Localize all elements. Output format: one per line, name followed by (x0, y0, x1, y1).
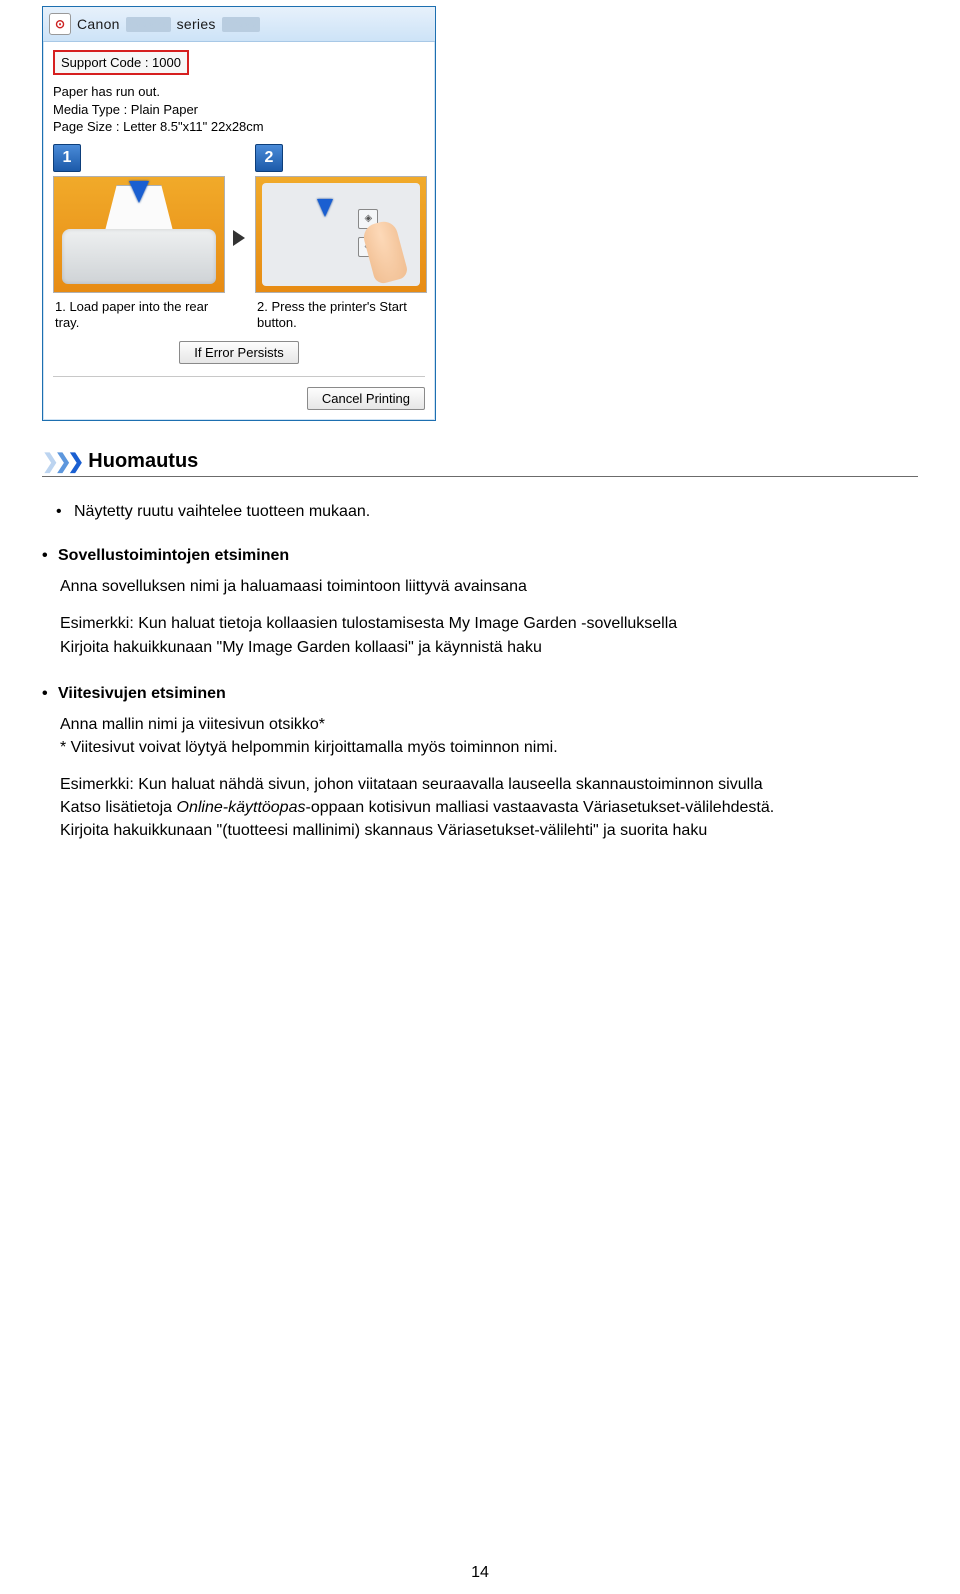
dialog-title: Canon xxxxxx series xxxxx (77, 16, 260, 32)
section-apps-p2: Esimerkki: Kun haluat tietoja kollaasien… (60, 612, 918, 658)
info-line-1: Paper has run out. (53, 83, 425, 101)
step-2-image: ◈ ◈ (255, 176, 427, 293)
series-label: series (177, 16, 216, 32)
steps-row: 1 1. Load paper into the rear tray. 2 ◈ (53, 144, 425, 334)
steps-separator (229, 144, 249, 334)
dialog-info: Paper has run out. Media Type : Plain Pa… (53, 83, 425, 136)
step-1-caption: 1. Load paper into the rear tray. (53, 293, 223, 334)
step-1: 1 1. Load paper into the rear tray. (53, 144, 223, 334)
section-apps-title: Sovellustoimintojen etsiminen (42, 547, 918, 565)
section-refs-title: Viitesivujen etsiminen (42, 685, 918, 703)
note-title: Huomautus (88, 450, 198, 473)
section-refs-p1: Anna mallin nimi ja viitesivun otsikko* … (60, 713, 918, 759)
dialog-body: Support Code : 1000 Paper has run out. M… (43, 42, 435, 420)
chevrons-icon: ❯❯❯ (42, 449, 80, 474)
section-refs-p2b-pre: Katso lisätietoja (60, 799, 177, 816)
step-2-number: 2 (255, 144, 283, 172)
section-refs-p2: Esimerkki: Kun haluat nähdä sivun, johon… (60, 773, 918, 843)
brand-label: Canon (77, 16, 120, 32)
section-refs-p1b: * Viitesivut voivat löytyä helpommin kir… (60, 739, 558, 756)
divider (53, 376, 425, 377)
section-refs-p3: Kirjoita hakuikkunaan "(tuotteesi mallin… (60, 822, 707, 839)
if-error-persists-button[interactable]: If Error Persists (179, 341, 299, 364)
note-header: ❯❯❯ Huomautus (42, 449, 918, 477)
note-body: Näytetty ruutu vaihtelee tuotteen mukaan… (42, 493, 918, 521)
chevron-right-icon (233, 230, 245, 246)
model-blur-2: xxxxx (222, 17, 260, 32)
step-2: 2 ◈ ◈ 2. Press the printer's Start butto… (255, 144, 425, 334)
printer-dialog: ⊙ Canon xxxxxx series xxxxx Support Code… (42, 6, 436, 421)
support-code-badge: Support Code : 1000 (53, 50, 189, 75)
step-1-number: 1 (53, 144, 81, 172)
cancel-button-row: Cancel Printing (53, 387, 425, 410)
step-1-image (53, 176, 225, 293)
section-apps: Sovellustoimintojen etsiminen Anna sovel… (42, 547, 918, 659)
persist-button-row: If Error Persists (53, 341, 425, 364)
printer-icon (62, 229, 216, 284)
arrow-down-icon (317, 199, 333, 217)
dialog-titlebar: ⊙ Canon xxxxxx series xxxxx (43, 7, 435, 42)
model-blur: xxxxxx (126, 17, 171, 32)
section-apps-p1: Anna sovelluksen nimi ja haluamaasi toim… (60, 575, 918, 598)
section-apps-p2b: Kirjoita hakuikkunaan "My Image Garden k… (60, 639, 542, 656)
info-line-3: Page Size : Letter 8.5"x11" 22x28cm (53, 118, 425, 136)
note-block: ❯❯❯ Huomautus Näytetty ruutu vaihtelee t… (42, 449, 918, 521)
section-refs-p2b-post: -oppaan kotisivun malliasi vastaavasta V… (305, 799, 774, 816)
note-line: Näytetty ruutu vaihtelee tuotteen mukaan… (74, 503, 918, 521)
section-refs-p1a: Anna mallin nimi ja viitesivun otsikko* (60, 716, 325, 733)
info-line-2: Media Type : Plain Paper (53, 101, 425, 119)
section-refs: Viitesivujen etsiminen Anna mallin nimi … (42, 685, 918, 843)
section-refs-p2b-italic: Online-käyttöopas (177, 799, 306, 816)
arrow-down-icon (129, 181, 149, 203)
canon-icon: ⊙ (49, 13, 71, 35)
section-apps-p2a: Esimerkki: Kun haluat tietoja kollaasien… (60, 615, 677, 632)
step-2-caption: 2. Press the printer's Start button. (255, 293, 425, 334)
cancel-printing-button[interactable]: Cancel Printing (307, 387, 425, 410)
section-refs-p2a: Esimerkki: Kun haluat nähdä sivun, johon… (60, 776, 763, 793)
page-number: 14 (0, 1564, 960, 1582)
